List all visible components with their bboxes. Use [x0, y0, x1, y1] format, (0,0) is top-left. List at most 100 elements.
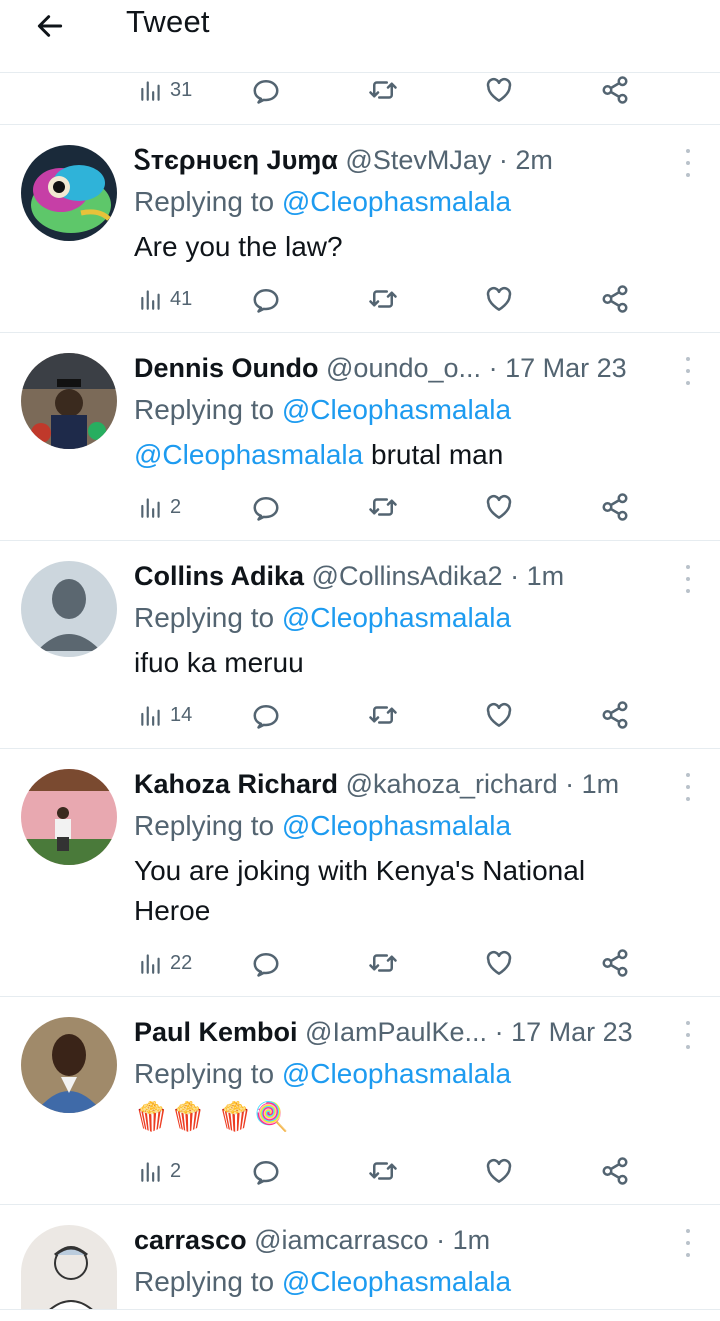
retweet-button[interactable]: [367, 943, 399, 983]
share-icon: [602, 949, 628, 977]
reply-mention-link[interactable]: @Cleophasmalala: [282, 810, 511, 841]
replying-to: Replying to @Cleophasmalala: [134, 393, 511, 427]
timestamp[interactable]: 17 Mar 23: [511, 1017, 633, 1047]
views-button[interactable]: 31: [138, 70, 192, 110]
like-button[interactable]: [484, 1151, 514, 1191]
like-button[interactable]: [484, 487, 514, 527]
views-count: 22: [170, 951, 193, 974]
like-button[interactable]: [484, 695, 514, 735]
share-button[interactable]: [600, 695, 630, 735]
views-button[interactable]: 2: [138, 487, 181, 527]
retweet-button[interactable]: [367, 70, 399, 110]
speech-bubble-icon: [253, 1161, 279, 1185]
user-handle[interactable]: @StevMJay: [345, 145, 491, 175]
replying-to: Replying to @Cleophasmalala: [134, 1265, 511, 1299]
user-handle[interactable]: @iamcarrasco: [254, 1225, 428, 1255]
reply-mention-link[interactable]: @Cleophasmalala: [282, 1058, 511, 1089]
timestamp[interactable]: 2m: [515, 145, 553, 175]
more-options-button[interactable]: [678, 565, 698, 593]
views-button[interactable]: 14: [138, 695, 192, 735]
avatar[interactable]: [21, 145, 117, 241]
back-button[interactable]: [28, 8, 72, 44]
more-options-button[interactable]: [678, 149, 698, 177]
tweet-reply[interactable]: carrasco @iamcarrasco · 1m Replying to @…: [0, 1204, 720, 1310]
retweet-icon: [369, 954, 397, 972]
reply-button[interactable]: [251, 1151, 281, 1191]
views-button[interactable]: 22: [138, 943, 192, 983]
share-icon: [602, 76, 628, 104]
avatar[interactable]: [21, 353, 117, 449]
share-button[interactable]: [600, 279, 630, 319]
display-name[interactable]: Kahoza Richard: [134, 769, 338, 799]
share-button[interactable]: [600, 70, 630, 110]
retweet-button[interactable]: [367, 487, 399, 527]
user-handle[interactable]: @kahoza_richard: [346, 769, 558, 799]
replying-label: Replying to: [134, 1058, 275, 1089]
share-button[interactable]: [600, 1151, 630, 1191]
tweet-reply[interactable]: Ꮪтєρнυєη Jυɱα @StevMJay · 2m Replying to…: [0, 124, 720, 333]
reply-button[interactable]: [251, 279, 281, 319]
like-button[interactable]: [484, 279, 514, 319]
like-button[interactable]: [484, 943, 514, 983]
reply-button[interactable]: [251, 70, 281, 110]
timestamp[interactable]: 1m: [582, 769, 620, 799]
tweet-text-content: brutal man: [363, 439, 504, 470]
text-mention-link[interactable]: @Cleophasmalala: [134, 439, 363, 470]
retweet-button[interactable]: [367, 1151, 399, 1191]
replying-label: Replying to: [134, 602, 275, 633]
views-button[interactable]: 2: [138, 1151, 181, 1191]
reply-button[interactable]: [251, 487, 281, 527]
avatar[interactable]: [21, 1225, 117, 1309]
heart-icon: [486, 703, 512, 727]
display-name[interactable]: carrasco: [134, 1225, 247, 1255]
share-icon: [602, 493, 628, 521]
avatar[interactable]: [21, 561, 117, 657]
action-bar: 22: [0, 943, 720, 983]
replying-to: Replying to @Cleophasmalala: [134, 185, 511, 219]
avatar[interactable]: [21, 769, 117, 865]
like-button[interactable]: [484, 70, 514, 110]
reply-mention-link[interactable]: @Cleophasmalala: [282, 186, 511, 217]
views-count: 41: [170, 287, 193, 310]
share-icon: [602, 701, 628, 729]
tweet-reply[interactable]: Collins Adika @CollinsAdika2 · 1m Replyi…: [0, 540, 720, 749]
user-handle[interactable]: @oundo_o...: [326, 353, 481, 383]
retweet-icon: [369, 498, 397, 516]
reply-button[interactable]: [251, 695, 281, 735]
tweet-reply[interactable]: Kahoza Richard @kahoza_richard · 1m Repl…: [0, 748, 720, 997]
more-options-button[interactable]: [678, 1229, 698, 1257]
retweet-button[interactable]: [367, 279, 399, 319]
tweet-reply[interactable]: Dennis Oundo @oundo_o... · 17 Mar 23 Rep…: [0, 332, 720, 541]
timestamp[interactable]: 1m: [453, 1225, 491, 1255]
timestamp[interactable]: 17 Mar 23: [505, 353, 627, 383]
display-name[interactable]: Paul Kemboi: [134, 1017, 298, 1047]
reply-mention-link[interactable]: @Cleophasmalala: [282, 1266, 511, 1297]
replying-to: Replying to @Cleophasmalala: [134, 601, 511, 635]
user-handle[interactable]: @IamPaulKe...: [305, 1017, 487, 1047]
reply-button[interactable]: [251, 943, 281, 983]
tweet-meta: Paul Kemboi @IamPaulKe... · 17 Mar 23: [134, 1015, 672, 1049]
display-name[interactable]: Dennis Oundo: [134, 353, 319, 383]
heart-icon: [486, 495, 512, 519]
more-vertical-icon: [686, 1021, 690, 1025]
tweet-reply[interactable]: Paul Kemboi @IamPaulKe... · 17 Mar 23 Re…: [0, 996, 720, 1205]
reply-mention-link[interactable]: @Cleophasmalala: [282, 394, 511, 425]
timestamp[interactable]: 1m: [527, 561, 565, 591]
display-name[interactable]: Collins Adika: [134, 561, 304, 591]
retweet-button[interactable]: [367, 695, 399, 735]
more-options-button[interactable]: [678, 357, 698, 385]
display-name[interactable]: Ꮪтєρнυєη Jυɱα: [134, 145, 338, 175]
share-button[interactable]: [600, 943, 630, 983]
share-button[interactable]: [600, 487, 630, 527]
views-button[interactable]: 41: [138, 279, 192, 319]
reply-mention-link[interactable]: @Cleophasmalala: [282, 602, 511, 633]
more-options-button[interactable]: [678, 773, 698, 801]
top-bar: Tweet: [0, 0, 720, 73]
separator: ·: [498, 145, 508, 175]
more-options-button[interactable]: [678, 1021, 698, 1049]
share-icon: [602, 1157, 628, 1185]
separator: ·: [510, 561, 520, 591]
user-handle[interactable]: @CollinsAdika2: [312, 561, 503, 591]
separator: ·: [488, 353, 498, 383]
avatar[interactable]: [21, 1017, 117, 1113]
